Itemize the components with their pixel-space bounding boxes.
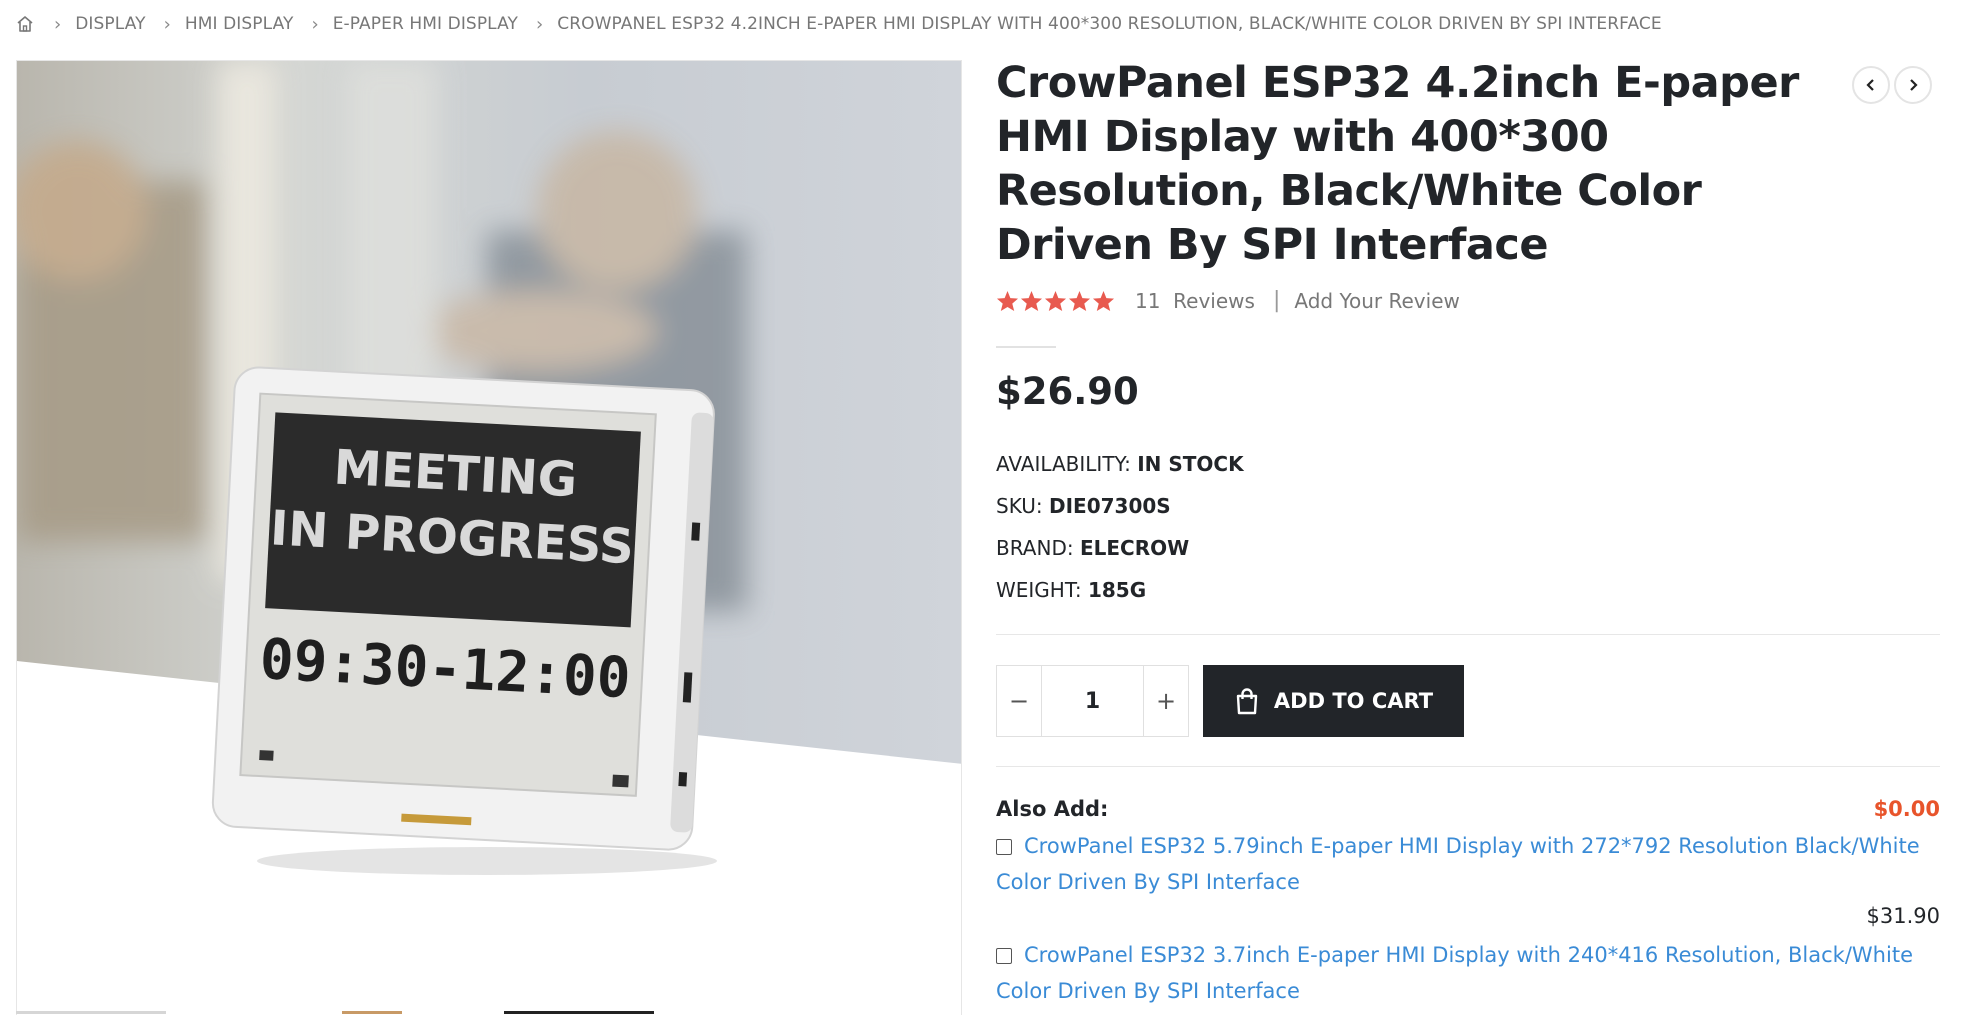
add-to-cart-label: ADD TO CART [1273,689,1434,713]
reviews-label: Reviews [1173,288,1255,313]
divider [996,634,1940,635]
thumbnail[interactable] [504,1011,654,1014]
add-review-link[interactable]: Add Your Review [1294,289,1460,313]
weight: WEIGHT: 185G [996,578,1146,602]
chevron-right-icon: › [163,13,171,35]
product-image-gallery[interactable]: MEETING IN PROGRESS 09:30-12:00 [16,60,962,1015]
home-icon[interactable] [14,13,36,35]
breadcrumb-item-current: CROWPANEL ESP32 4.2INCH E-PAPER HMI DISP… [557,14,1662,34]
product-rating: 11 Reviews | Add Your Review [996,288,1460,313]
also-add-item-link[interactable]: CrowPanel ESP32 3.7inch E-paper HMI Disp… [996,943,1913,1003]
reviews-count: 11 [1135,288,1161,313]
also-add-item: CrowPanel ESP32 3.7inch E-paper HMI Disp… [996,937,1940,1009]
divider [996,766,1940,767]
brand-value: ELECROW [1079,536,1190,560]
availability-value: IN STOCK [1137,452,1244,476]
also-add-item-price: $31.90 [1866,904,1940,928]
decrease-quantity-button[interactable]: − [997,666,1041,736]
sku: SKU: DIE07300S [996,494,1171,518]
also-add-label: Also Add: [996,797,1109,821]
rating-stars [996,290,1115,312]
star-icon [1092,290,1115,311]
star-icon [1044,290,1067,311]
brand: BRAND: ELECROW [996,536,1189,560]
quantity-stepper: − 1 + [996,665,1189,737]
rating-divider: | [1272,288,1281,313]
chevron-right-icon: › [311,13,319,35]
availability: AVAILABILITY: IN STOCK [996,452,1244,476]
also-add-checkbox[interactable] [996,839,1012,855]
also-add-item: CrowPanel ESP32 5.79inch E-paper HMI Dis… [996,828,1940,900]
sku-value: DIE07300S [1049,494,1171,518]
add-to-cart-button[interactable]: ADD TO CART [1203,665,1464,737]
availability-label: AVAILABILITY: [996,452,1131,476]
divider [996,346,1056,348]
star-icon [1068,290,1091,311]
breadcrumb: › DISPLAY › HMI DISPLAY › E-PAPER HMI DI… [14,12,1662,36]
brand-label: BRAND: [996,536,1074,560]
sku-label: SKU: [996,494,1043,518]
breadcrumb-item-epaper-hmi-display[interactable]: E-PAPER HMI DISPLAY [333,14,518,34]
weight-value: 185G [1087,578,1147,602]
weight-label: WEIGHT: [996,578,1082,602]
star-icon [1020,290,1043,311]
product-title: CrowPanel ESP32 4.2inch E-paper HMI Disp… [996,58,1799,270]
quantity-input[interactable]: 1 [1041,666,1144,736]
breadcrumb-item-hmi-display[interactable]: HMI DISPLAY [185,14,294,34]
product-image: MEETING IN PROGRESS 09:30-12:00 [17,61,961,1015]
product-info: CrowPanel ESP32 4.2inch E-paper HMI Disp… [996,56,1941,272]
thumbnail[interactable] [342,1011,402,1014]
chevron-right-icon: › [54,13,62,35]
breadcrumb-item-display[interactable]: DISPLAY [75,14,145,34]
chevron-right-icon: › [536,13,544,35]
star-icon [996,290,1019,311]
thumbnail[interactable] [16,1011,166,1014]
also-add-item-link[interactable]: CrowPanel ESP32 5.79inch E-paper HMI Dis… [996,834,1920,894]
reviews-link[interactable]: 11 Reviews [1135,289,1255,313]
also-add-checkbox[interactable] [996,948,1012,964]
increase-quantity-button[interactable]: + [1144,666,1188,736]
product-price: $26.90 [996,370,1139,413]
also-add-total: $0.00 [1873,797,1940,821]
shopping-bag-icon [1236,688,1258,715]
